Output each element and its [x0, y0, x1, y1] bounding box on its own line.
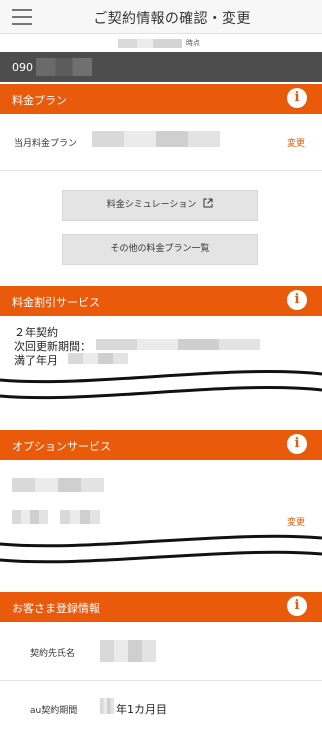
- redacted-period-years: [100, 698, 114, 714]
- phone-number-prefix: 090: [12, 61, 33, 74]
- other-plans-button[interactable]: その他の料金プラン一覧: [62, 234, 258, 265]
- discount-info-icon[interactable]: i: [287, 290, 307, 310]
- cut-line-wave-2: [0, 534, 322, 564]
- external-link-icon: [203, 198, 213, 208]
- simulation-button-label: 料金シミュレーション: [106, 200, 197, 210]
- options-info-icon[interactable]: i: [287, 434, 307, 454]
- contract-name-label: 契約先氏名: [30, 649, 76, 659]
- plan-section-title: 料金プラン: [12, 94, 67, 107]
- divider: [0, 680, 322, 681]
- redacted-current-plan: [92, 131, 220, 147]
- page-title: ご契約情報の確認・変更: [93, 11, 251, 27]
- redacted-phone-number: [36, 58, 92, 76]
- current-plan-label: 当月料金プラン: [14, 139, 78, 149]
- options-section-title: オプションサービス: [12, 440, 111, 453]
- hamburger-menu-icon[interactable]: [12, 9, 32, 25]
- registration-section-title: お客さま登録情報: [12, 602, 100, 615]
- au-period-label: au契約期間: [30, 706, 78, 716]
- discount-section-title: 料金割引サービス: [12, 296, 100, 309]
- redacted-option-2b: [60, 510, 100, 524]
- redacted-expiry-date: [68, 353, 128, 364]
- au-period-value: 年1カ月目: [116, 703, 167, 716]
- simulation-button[interactable]: 料金シミュレーション: [62, 190, 258, 221]
- redacted-contract-name: [100, 640, 156, 662]
- plan-info-icon[interactable]: i: [287, 88, 307, 108]
- plan-change-link[interactable]: 変更: [287, 136, 305, 149]
- redacted-option-2a: [12, 510, 48, 524]
- timestamp-suffix: 時点: [186, 39, 200, 47]
- cut-line-wave: [0, 370, 322, 400]
- redacted-option-1: [12, 478, 104, 492]
- registration-info-icon[interactable]: i: [287, 596, 307, 616]
- redacted-renewal-period: [96, 339, 260, 350]
- divider: [0, 170, 322, 171]
- redacted-timestamp: [118, 39, 182, 48]
